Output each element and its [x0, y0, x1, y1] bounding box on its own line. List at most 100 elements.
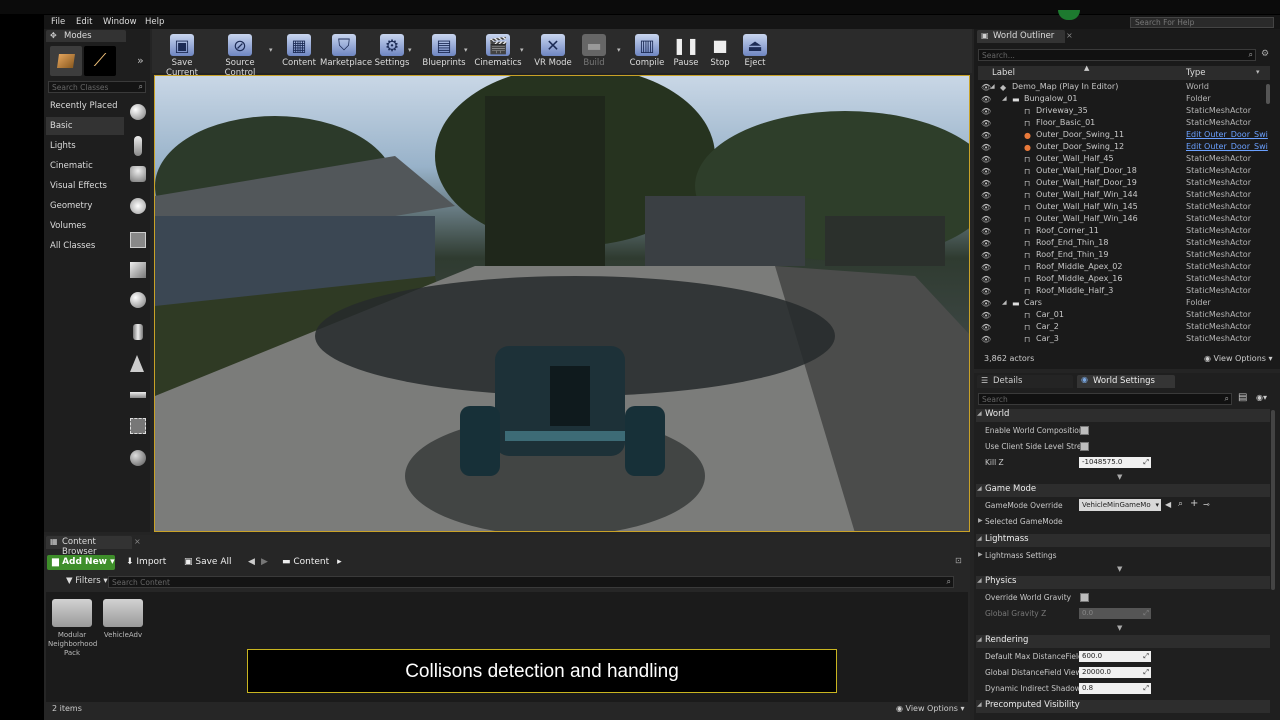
global-gravity-field[interactable]: 0.0 ⤢ — [1079, 608, 1151, 619]
lightmass-settings-label[interactable]: Lightmass Settings — [985, 551, 1057, 560]
visibility-eye-icon[interactable]: 👁 — [981, 215, 991, 224]
visibility-eye-icon[interactable]: 👁 — [981, 179, 991, 188]
expand-arrow-icon[interactable]: ▶ — [978, 551, 983, 558]
selected-gamemode-label[interactable]: Selected GameMode — [985, 517, 1063, 526]
add-icon[interactable]: + — [1190, 498, 1198, 509]
expand-arrow-icon[interactable]: ◢ — [1002, 95, 1007, 102]
build-button[interactable]: ▬ Build — [570, 34, 618, 70]
type-dropdown-icon[interactable]: ▾ — [1256, 68, 1260, 76]
tab-world-settings[interactable]: ◉ World Settings — [1077, 375, 1175, 388]
lock-icon[interactable]: ⊡ — [955, 556, 962, 565]
add-new-button[interactable]: ▆ Add New ▾ — [47, 555, 115, 570]
outliner-row[interactable]: 👁 ⊓ Outer_Wall_Half_Win_145 StaticMeshActor — [978, 202, 1270, 214]
folder-tile-vehicleadv[interactable]: VehicleAdv — [99, 597, 147, 657]
world-advanced-expand-icon[interactable]: ▼ — [1117, 473, 1122, 481]
outliner-row[interactable]: 👁 ◢ ◆ Demo_Map (Play In Editor) World — [978, 82, 1270, 94]
blueprints-button[interactable]: ▤ Blueprints — [420, 34, 468, 70]
modes-search-input[interactable]: Search Classes ⌕ — [48, 81, 146, 93]
outliner-row[interactable]: 👁 ⊓ Outer_Wall_Half_Win_146 StaticMeshActor — [978, 214, 1270, 226]
section-lightmass[interactable]: Lightmass — [976, 534, 1270, 547]
breadcrumb[interactable]: ▬ Content ▸ — [282, 557, 342, 567]
outliner-scrollbar[interactable] — [1266, 84, 1270, 104]
box-trigger-shape-icon[interactable] — [130, 418, 146, 434]
save-all-button[interactable]: ▣ Save All — [184, 557, 232, 567]
clear-icon[interactable]: ⊸ — [1203, 500, 1210, 509]
modes-item-basic[interactable]: Basic — [50, 121, 73, 131]
gamemode-override-select[interactable]: VehicleMinGameMo ▾ — [1079, 499, 1161, 511]
sphere-shape-icon[interactable] — [130, 104, 146, 120]
visibility-eye-icon[interactable]: 👁 — [981, 107, 991, 116]
modes-item-lights[interactable]: Lights — [50, 141, 76, 151]
trigger-shape-icon[interactable] — [130, 232, 146, 248]
outliner-row-type[interactable]: Edit Outer_Door_Swi — [1186, 142, 1268, 151]
visibility-eye-icon[interactable]: 👁 — [981, 251, 991, 260]
folder-tile-modular[interactable]: Modular Neighborhood Pack — [48, 597, 97, 669]
settings-dropdown-icon[interactable]: ▾ — [408, 46, 412, 54]
cylinder-shape-icon[interactable] — [133, 324, 143, 340]
content-search-input[interactable]: Search Content ⌕ — [108, 576, 954, 588]
plane-shape-icon[interactable] — [130, 392, 146, 398]
player-start-shape-icon[interactable] — [130, 166, 146, 182]
outliner-row[interactable]: 👁 ⊓ Car_2 StaticMeshActor — [978, 322, 1270, 334]
cinematics-dropdown-icon[interactable]: ▾ — [520, 46, 524, 54]
outliner-row-type[interactable]: Edit Outer_Door_Swi — [1186, 130, 1268, 139]
details-eye-icon[interactable]: ◉▾ — [1256, 393, 1267, 402]
visibility-eye-icon[interactable]: 👁 — [981, 335, 991, 344]
outliner-row[interactable]: 👁 ⊓ Outer_Wall_Half_Door_19 StaticMeshActor — [978, 178, 1270, 190]
place-mode-icon[interactable] — [50, 46, 82, 76]
dyn-indirect-field[interactable]: 0.8 ⤢ — [1079, 683, 1151, 694]
column-type-header[interactable]: Type — [1186, 68, 1206, 78]
menu-edit[interactable]: Edit — [76, 17, 92, 27]
menu-window[interactable]: Window — [103, 17, 137, 27]
browse-icon[interactable]: ⌕ — [1178, 499, 1183, 509]
outliner-row[interactable]: 👁 ⊓ Outer_Wall_Half_Win_144 StaticMeshActor — [978, 190, 1270, 202]
outliner-row[interactable]: 👁 ◢ ▬ Cars Folder — [978, 298, 1270, 310]
outliner-row[interactable]: 👁 ⊓ Car_3 StaticMeshActor — [978, 334, 1270, 346]
enable-world-composition-checkbox[interactable] — [1080, 426, 1089, 435]
lightmass-advanced-expand-icon[interactable]: ▼ — [1117, 565, 1122, 573]
modes-tab[interactable]: ✥ Modes — [46, 30, 126, 42]
outliner-row[interactable]: 👁 ⊓ Driveway_35 StaticMeshActor — [978, 106, 1270, 118]
help-search-input[interactable]: Search For Help — [1130, 17, 1274, 28]
physics-advanced-expand-icon[interactable]: ▼ — [1117, 624, 1122, 632]
visibility-eye-icon[interactable]: 👁 — [981, 287, 991, 296]
cinematics-button[interactable]: 🎬 Cinematics — [474, 34, 522, 70]
outliner-row[interactable]: 👁 ⊓ Outer_Wall_Half_45 StaticMeshActor — [978, 154, 1270, 166]
import-button[interactable]: ⬇ Import — [126, 557, 166, 567]
modes-item-cinematic[interactable]: Cinematic — [50, 161, 93, 171]
details-scrollbar[interactable] — [1271, 410, 1275, 590]
modes-expand-icon[interactable]: » — [137, 54, 144, 67]
outliner-row[interactable]: 👁 ⊓ Floor_Basic_01 StaticMeshActor — [978, 118, 1270, 130]
visibility-eye-icon[interactable]: 👁 — [981, 323, 991, 332]
source-control-button[interactable]: ⊘ Source Control — [210, 34, 270, 78]
modes-item-geometry[interactable]: Geometry — [50, 201, 92, 211]
back-arrow-icon[interactable]: ◀ — [1165, 500, 1171, 509]
outliner-row[interactable]: 👁 ⊓ Roof_Middle_Apex_02 StaticMeshActor — [978, 262, 1270, 274]
visibility-eye-icon[interactable]: 👁 — [981, 131, 991, 140]
section-precomputed-visibility[interactable]: Precomputed Visibility — [976, 700, 1270, 713]
sphere-trigger-shape-icon[interactable] — [130, 450, 146, 466]
build-dropdown-icon[interactable]: ▾ — [617, 46, 621, 54]
expand-arrow-icon[interactable]: ◢ — [1002, 299, 1007, 306]
section-world[interactable]: World — [976, 409, 1270, 422]
outliner-view-options-button[interactable]: ◉ View Options ▾ — [1204, 354, 1273, 363]
outliner-row[interactable]: 👁 ⊓ Outer_Wall_Half_Door_18 StaticMeshActor — [978, 166, 1270, 178]
filters-button[interactable]: ▼ Filters ▾ — [66, 576, 108, 586]
outliner-search-input[interactable]: Search... ⌕ — [978, 49, 1256, 61]
global-df-view-field[interactable]: 20000.0 ⤢ — [1079, 667, 1151, 678]
visibility-eye-icon[interactable]: 👁 — [981, 275, 991, 284]
visibility-eye-icon[interactable]: 👁 — [981, 311, 991, 320]
modes-item-volumes[interactable]: Volumes — [50, 221, 86, 231]
override-gravity-checkbox[interactable] — [1080, 593, 1089, 602]
visibility-eye-icon[interactable]: 👁 — [981, 191, 991, 200]
outliner-row[interactable]: 👁 ⊓ Roof_End_Thin_19 StaticMeshActor — [978, 250, 1270, 262]
cone-shape-icon[interactable] — [130, 355, 144, 372]
outliner-row[interactable]: 👁 ⊓ Roof_End_Thin_18 StaticMeshActor — [978, 238, 1270, 250]
visibility-eye-icon[interactable]: 👁 — [981, 263, 991, 272]
outliner-row[interactable]: 👁 ● Outer_Door_Swing_11 Edit Outer_Door_Swi — [978, 130, 1270, 142]
modes-item-recently-placed[interactable]: Recently Placed — [50, 101, 117, 111]
section-game-mode[interactable]: Game Mode — [976, 484, 1270, 497]
visibility-eye-icon[interactable]: 👁 — [981, 299, 991, 308]
section-physics[interactable]: Physics — [976, 576, 1270, 589]
close-icon[interactable]: × — [1066, 31, 1073, 40]
